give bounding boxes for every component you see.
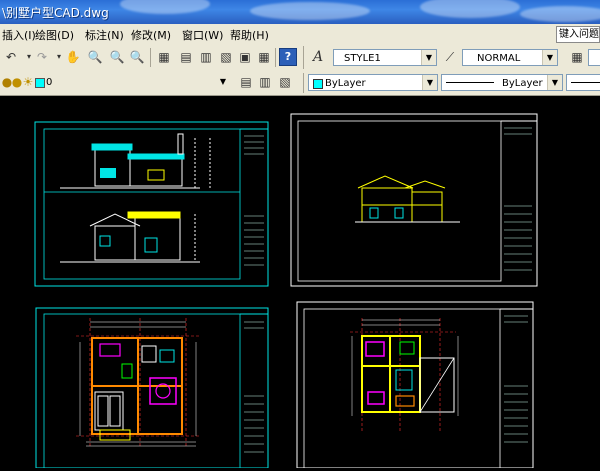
window-title: \别墅户型CAD.dwg bbox=[2, 6, 109, 20]
table-style-icon[interactable]: ▦ bbox=[568, 48, 586, 66]
table-style-select[interactable] bbox=[588, 49, 600, 66]
menu-dimension[interactable]: 标注(N) bbox=[85, 27, 124, 43]
chevron-down-icon: ▼ bbox=[422, 75, 437, 90]
standard-toolbar: ↶ ▾ ↷ ▾ ✋ 🔍 🔍 🔍 ▦ ▤ ▥ ▧ ▣ ▦ ? A STYLE1 ▼… bbox=[0, 44, 600, 72]
drawing-area[interactable] bbox=[0, 96, 600, 469]
layer-select[interactable]: 0 ▼ bbox=[42, 74, 230, 91]
dimension-style-icon[interactable]: ⟋ bbox=[441, 48, 459, 66]
redo-icon[interactable]: ↷ bbox=[33, 48, 51, 66]
drawing-canvas[interactable] bbox=[0, 96, 600, 469]
text-style-select[interactable]: STYLE1 ▼ bbox=[333, 49, 437, 66]
chevron-down-icon: ▼ bbox=[542, 50, 557, 65]
markup-icon[interactable]: ▣ bbox=[236, 48, 254, 66]
menu-modify[interactable]: 修改(M) bbox=[131, 27, 171, 43]
chevron-down-icon: ▼ bbox=[219, 77, 227, 86]
sheet-elevations bbox=[34, 121, 269, 287]
sheet-ground-floor-plan bbox=[35, 307, 269, 469]
dimension-style-select[interactable]: NORMAL ▼ bbox=[462, 49, 558, 66]
title-bar: \别墅户型CAD.dwg bbox=[0, 0, 600, 24]
chevron-down-icon: ▼ bbox=[547, 75, 562, 90]
help-icon[interactable]: ? bbox=[279, 48, 297, 66]
linetype-select[interactable]: ByLayer ▼ bbox=[441, 74, 563, 91]
design-center-icon[interactable]: ▤ bbox=[177, 48, 195, 66]
help-search-box[interactable]: 键入问题 bbox=[556, 26, 600, 43]
pan-icon[interactable]: ✋ bbox=[64, 48, 82, 66]
menu-draw[interactable]: 绘图(D) bbox=[35, 27, 74, 43]
menu-window[interactable]: 窗口(W) bbox=[182, 27, 223, 43]
lineweight-preview bbox=[571, 82, 600, 83]
calculator-icon[interactable]: ▦ bbox=[255, 48, 273, 66]
zoom-realtime-icon[interactable]: 🔍 bbox=[86, 48, 104, 66]
sheet-section bbox=[290, 113, 538, 287]
properties-icon[interactable]: ▦ bbox=[155, 48, 173, 66]
layer-previous-icon[interactable]: ▥ bbox=[256, 73, 274, 91]
linetype-preview bbox=[446, 82, 494, 83]
toolbar-separator bbox=[303, 46, 304, 69]
menu-help[interactable]: 帮助(H) bbox=[230, 27, 269, 43]
tool-palettes-icon[interactable]: ▥ bbox=[197, 48, 215, 66]
zoom-previous-icon[interactable]: 🔍 bbox=[128, 48, 146, 66]
menu-bar: 插入(I) 绘图(D) 标注(N) 修改(M) 窗口(W) 帮助(H) 键入问题 bbox=[0, 24, 600, 45]
chevron-down-icon: ▼ bbox=[421, 50, 436, 65]
menu-insert[interactable]: 插入(I) bbox=[2, 27, 36, 43]
make-current-layer-icon[interactable]: ▤ bbox=[237, 73, 255, 91]
layers-toolbar: ● ● ☀ ▮ 0 ▼ ▤ ▥ ▧ ByLayer ▼ ByLayer ▼ bbox=[0, 71, 600, 96]
undo-icon[interactable]: ↶ bbox=[2, 48, 20, 66]
toolbar-separator bbox=[150, 48, 151, 67]
toolbar-separator bbox=[303, 73, 304, 93]
toolbar-separator bbox=[275, 48, 276, 67]
color-select[interactable]: ByLayer ▼ bbox=[308, 74, 438, 91]
layer-properties-icon[interactable]: ▧ bbox=[276, 73, 294, 91]
sheet-set-icon[interactable]: ▧ bbox=[217, 48, 235, 66]
color-swatch bbox=[313, 79, 323, 89]
text-style-icon[interactable]: A bbox=[309, 48, 327, 66]
sheet-upper-floor-plan bbox=[296, 301, 534, 469]
zoom-window-icon[interactable]: 🔍 bbox=[108, 48, 126, 66]
lineweight-select[interactable] bbox=[566, 74, 600, 91]
